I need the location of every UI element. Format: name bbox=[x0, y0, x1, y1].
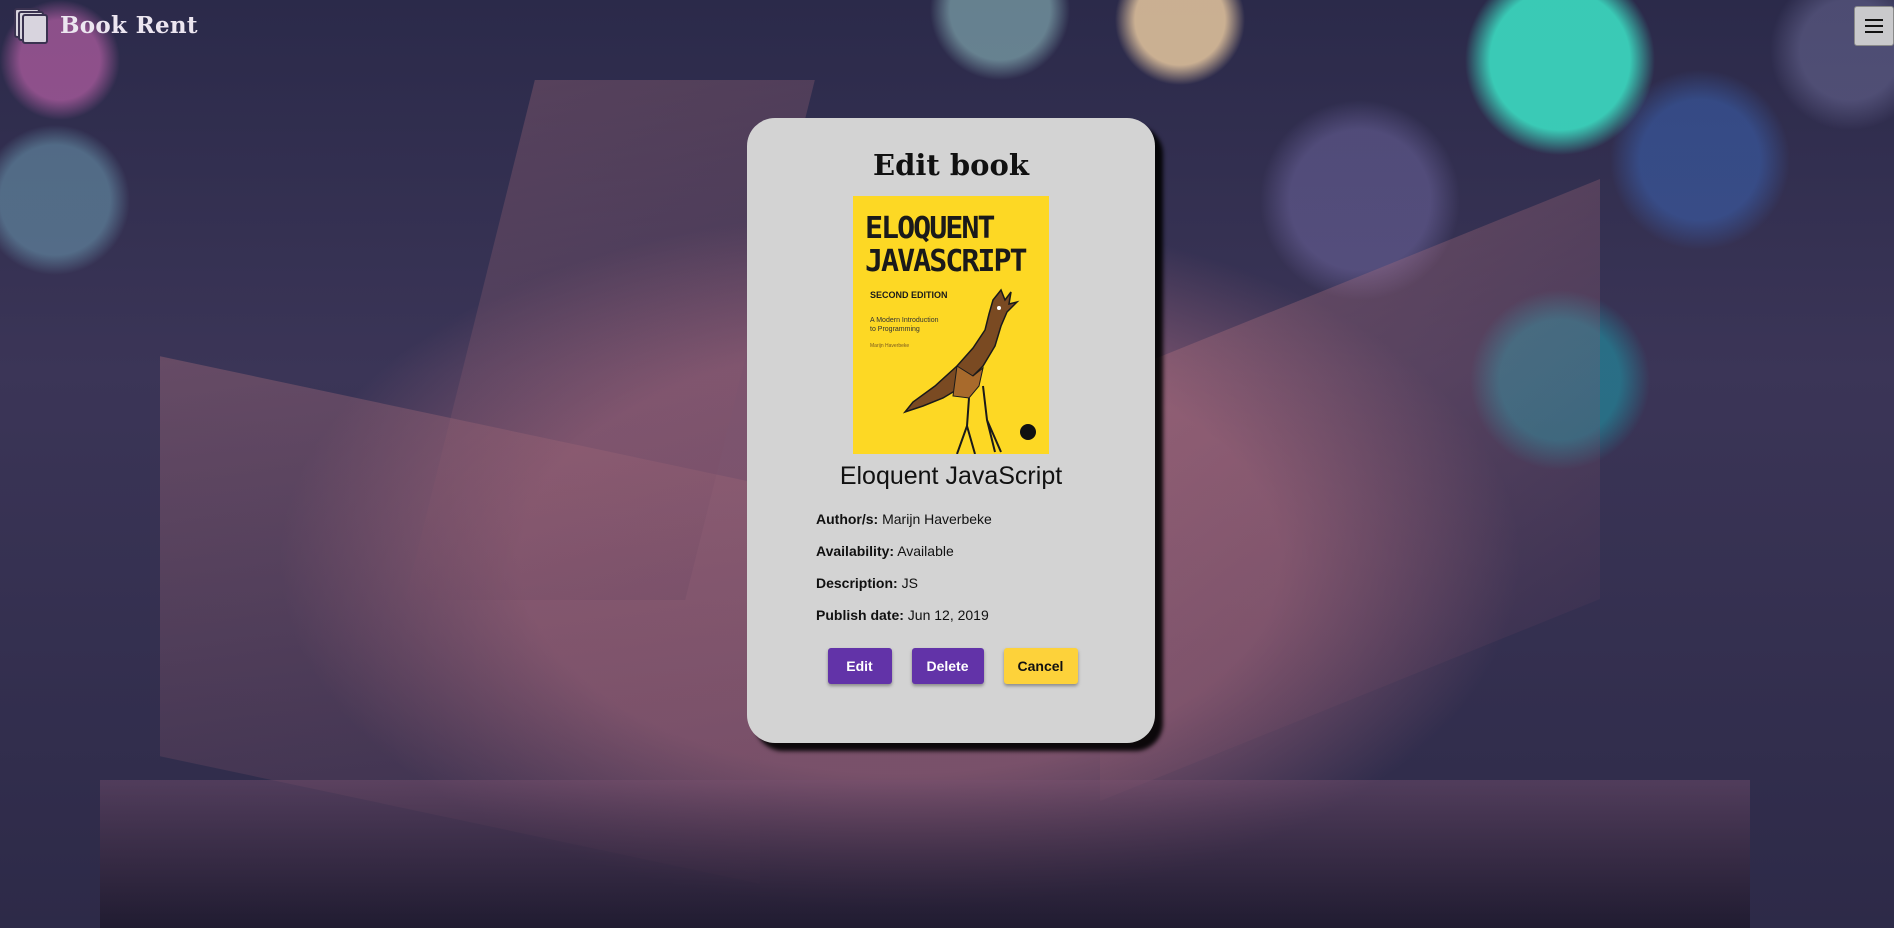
hamburger-menu-button[interactable] bbox=[1854, 6, 1894, 46]
book-name: Eloquent JavaScript bbox=[839, 462, 1063, 490]
delete-button[interactable]: Delete bbox=[911, 648, 984, 684]
background-book-page-left bbox=[160, 356, 760, 884]
card-actions: Edit Delete Cancel bbox=[827, 648, 1078, 684]
edit-button[interactable]: Edit bbox=[827, 648, 892, 684]
detail-value: JS bbox=[901, 575, 918, 591]
stacked-books-icon bbox=[12, 6, 50, 44]
cancel-button[interactable]: Cancel bbox=[1003, 648, 1078, 684]
detail-label: Author/s: bbox=[816, 511, 879, 527]
detail-publish-date: Publish date: Jun 12, 2019 bbox=[816, 607, 1155, 639]
publisher-logo-icon bbox=[1020, 424, 1036, 440]
detail-value: Jun 12, 2019 bbox=[907, 607, 989, 623]
detail-availability: Availability: Available bbox=[816, 543, 1155, 575]
background-book-page-right bbox=[1100, 178, 1600, 802]
app-header: Book Rent bbox=[0, 0, 1894, 52]
background-book-base bbox=[100, 780, 1750, 928]
hamburger-menu-icon bbox=[1865, 19, 1883, 21]
book-cover-image: ELOQUENT JAVASCRIPT SECOND EDITION A Mod… bbox=[853, 196, 1049, 454]
edit-book-card: Edit book ELOQUENT JAVASCRIPT SECOND EDI… bbox=[747, 118, 1155, 743]
detail-author: Author/s: Marijn Haverbeke bbox=[816, 511, 1155, 543]
app-logo[interactable]: Book Rent bbox=[12, 6, 198, 44]
detail-label: Availability: bbox=[816, 543, 895, 559]
app-title: Book Rent bbox=[60, 11, 198, 39]
bird-illustration-icon bbox=[902, 288, 1020, 454]
book-details: Author/s: Marijn Haverbeke Availability:… bbox=[747, 511, 1155, 639]
detail-value: Marijn Haverbeke bbox=[882, 511, 992, 527]
detail-description: Description: JS bbox=[816, 575, 1155, 607]
detail-label: Publish date: bbox=[816, 607, 904, 623]
card-title: Edit book bbox=[873, 148, 1029, 182]
detail-label: Description: bbox=[816, 575, 898, 591]
detail-value: Available bbox=[897, 543, 954, 559]
cover-title: ELOQUENT JAVASCRIPT bbox=[865, 211, 1028, 279]
